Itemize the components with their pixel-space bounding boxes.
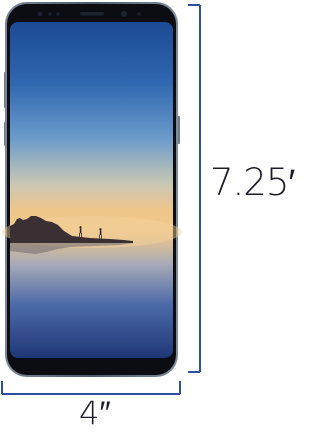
phone-illustration bbox=[1, 2, 201, 395]
height-dimension-line bbox=[188, 4, 201, 373]
phone-screen bbox=[10, 22, 173, 358]
front-camera-icon bbox=[121, 11, 127, 17]
width-label: 4″ bbox=[79, 394, 111, 432]
sensor-icon bbox=[37, 11, 43, 17]
earpiece-speaker bbox=[80, 12, 104, 16]
width-dimension-line bbox=[1, 381, 181, 395]
sensor-icon bbox=[56, 12, 60, 16]
sensor-icon bbox=[48, 12, 52, 16]
sensor-icon bbox=[137, 12, 141, 16]
height-label: 7.25′ bbox=[210, 161, 295, 204]
